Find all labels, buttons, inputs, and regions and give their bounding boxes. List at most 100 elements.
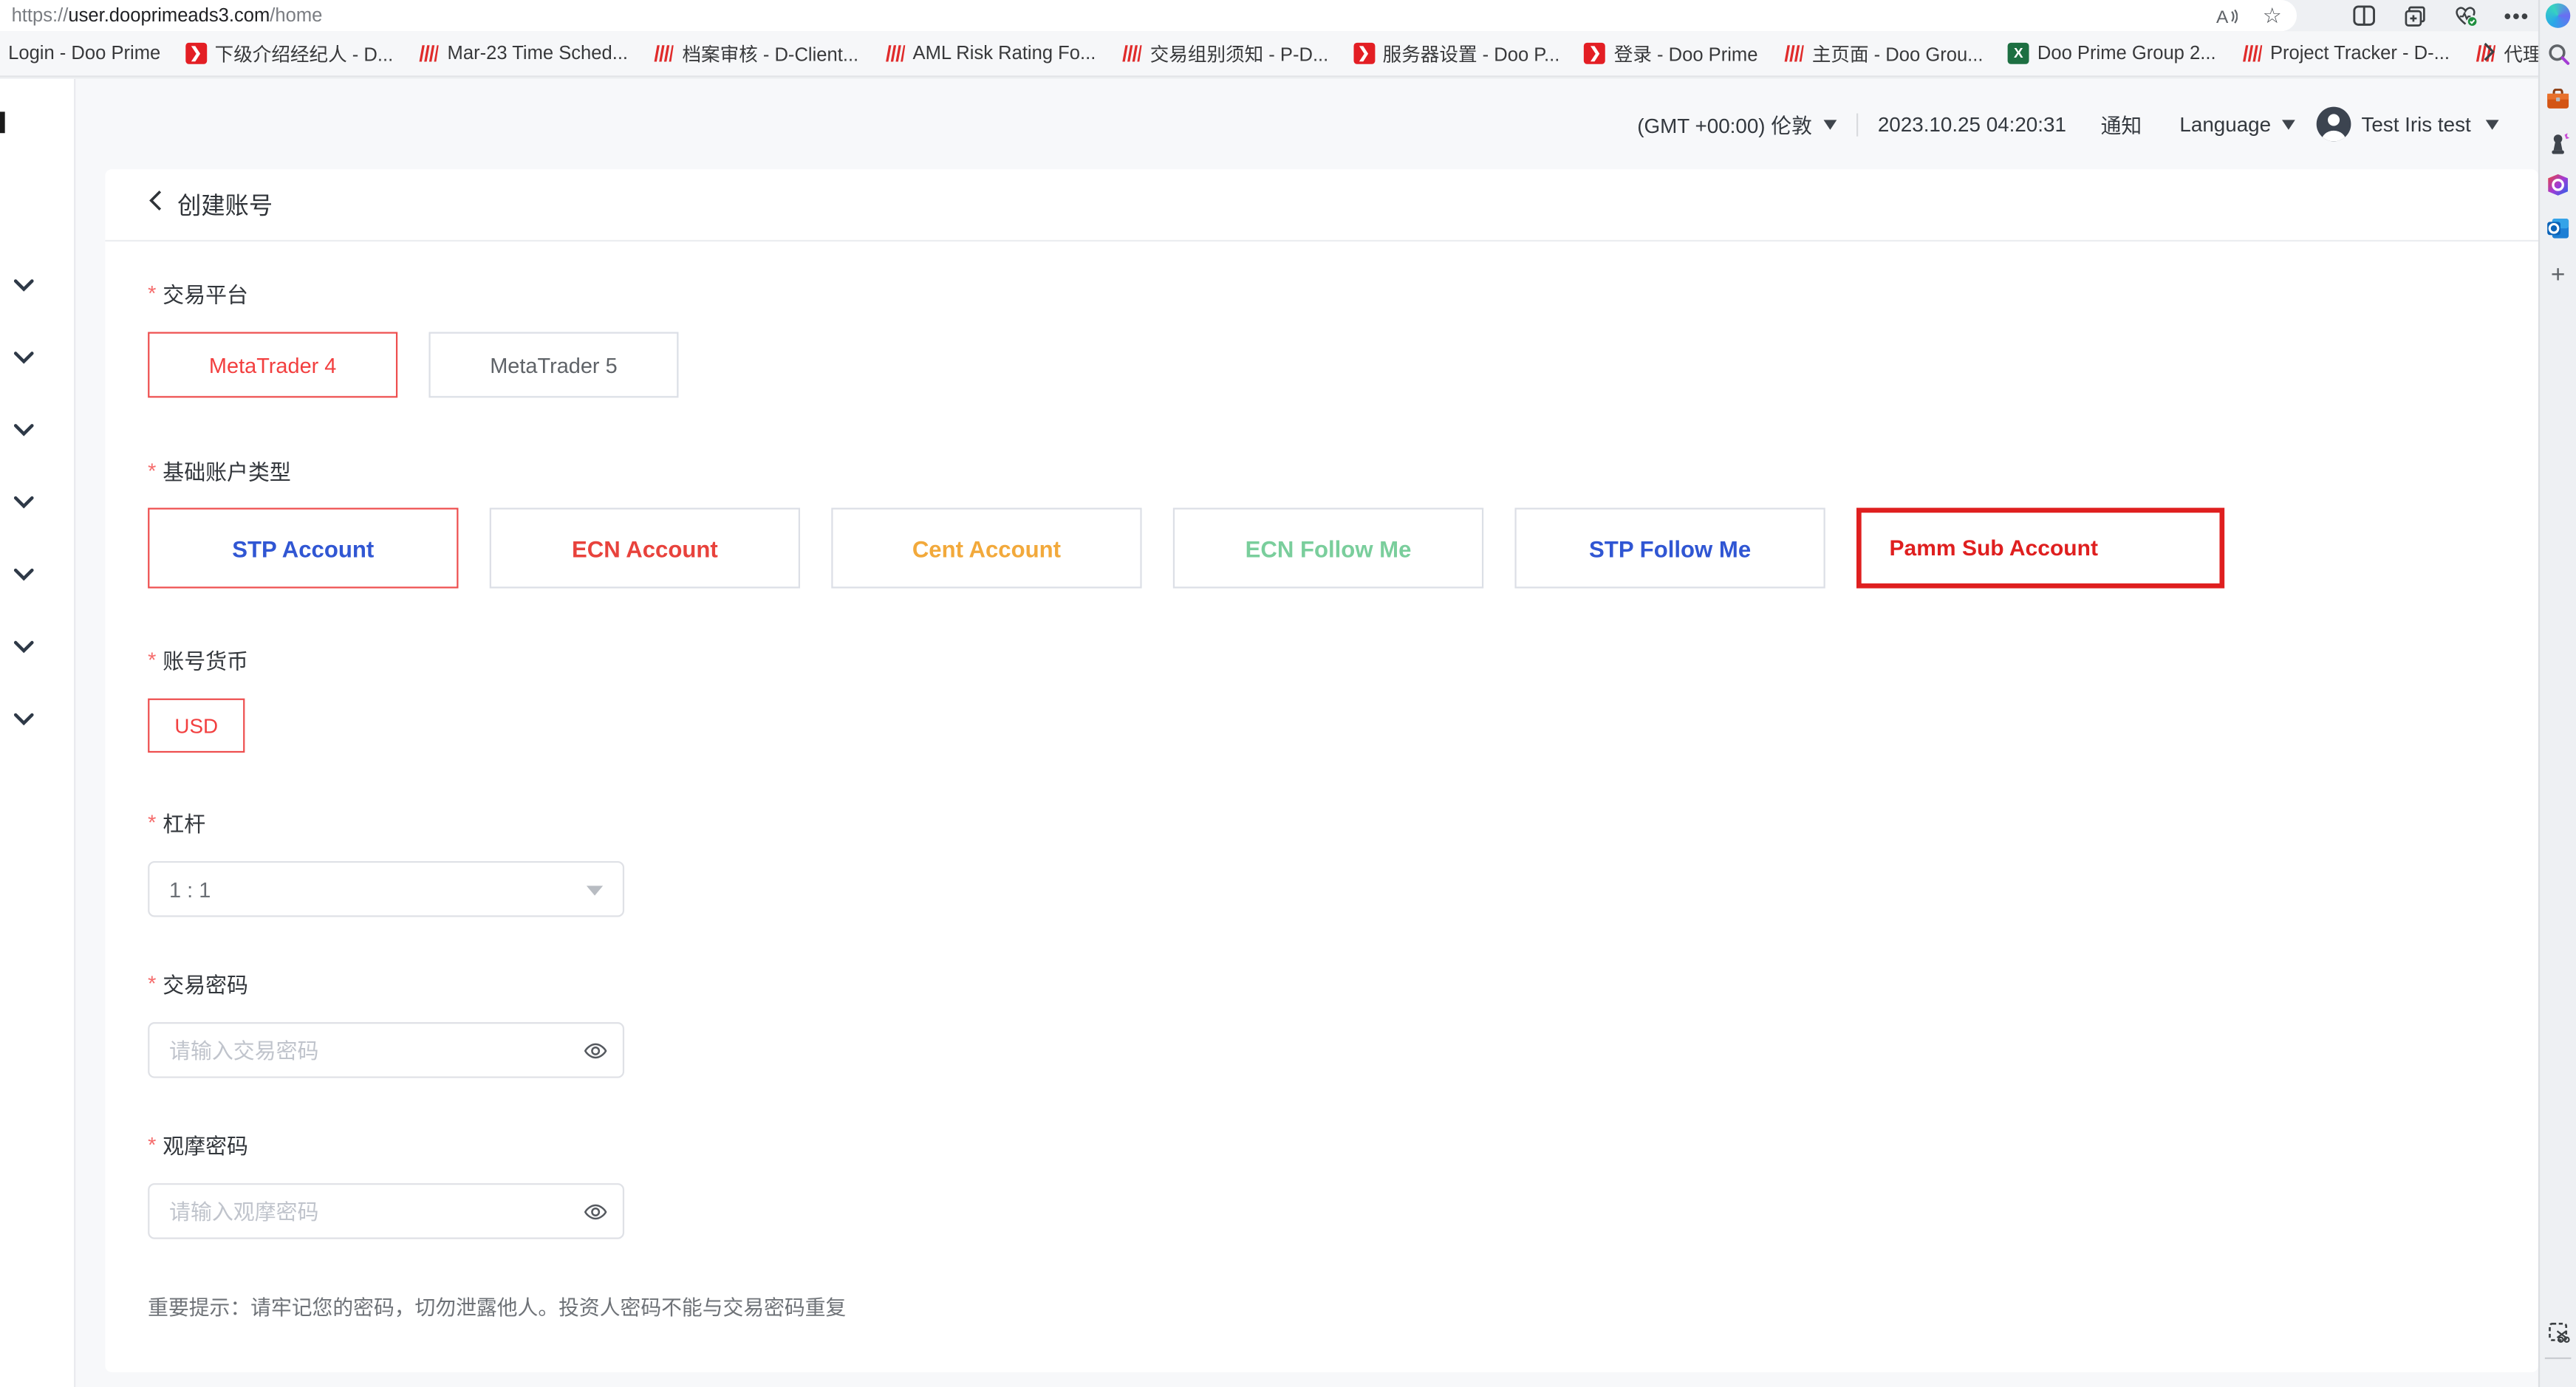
games-pawn-icon[interactable] [2546,131,2570,156]
trade-password-wrap [148,1022,624,1078]
browser-essentials-icon[interactable] [2455,4,2478,27]
required-mark: * [148,459,156,483]
account-type-stp-button[interactable]: STP Account [148,508,458,589]
required-mark: * [148,971,156,996]
bookmark-label: 下级介绍经纪人 - D... [215,41,394,67]
collections-icon[interactable] [2404,4,2427,27]
chevron-down-icon[interactable] [13,488,35,503]
copilot-icon[interactable] [2546,3,2570,27]
bookmarks-overflow-chevron-icon[interactable] [2482,41,2495,71]
label-text: 交易平台 [163,278,248,309]
notifications-link[interactable]: 通知 [2101,109,2142,140]
account-type-stp-follow-button[interactable]: STP Follow Me [1514,508,1825,589]
account-type-pamm-sub-button[interactable]: Pamm Sub Account [1856,508,2224,589]
settings-more-icon[interactable]: ••• [2505,4,2528,27]
bookmark-item[interactable]: ❯服务器设置 - Doo P... [1353,41,1560,67]
favorite-star-icon[interactable]: ☆ [2261,4,2283,27]
avatar[interactable] [2317,107,2351,142]
page-title: 创建账号 [177,188,273,222]
chevron-down-icon[interactable] [13,416,35,431]
caret-down-icon[interactable] [2283,119,2296,129]
bookmark-item[interactable]: Login - Doo Prime [8,44,160,64]
web-page: (GMT +00:00) 伦敦 2023.10.25 04:20:31 通知 L… [0,79,2538,1387]
left-sidebar [0,79,75,1387]
caret-down-icon[interactable] [2486,119,2499,129]
browser-toolbar: https://user.dooprimeads3.com/home A ☆ •… [0,0,2538,31]
platform-mt5-button[interactable]: MetaTrader 5 [428,332,678,397]
select-caret-down-icon [587,886,603,895]
platform-options: MetaTrader 4 MetaTrader 5 [148,332,2495,397]
split-screen-icon[interactable] [2353,4,2376,27]
language-selector[interactable]: Language [2179,112,2271,135]
microsoft-365-icon[interactable] [2546,173,2570,197]
bookmark-label: 服务器设置 - Doo P... [1383,41,1560,67]
page-header: (GMT +00:00) 伦敦 2023.10.25 04:20:31 通知 L… [75,79,2538,169]
bookmark-item[interactable]: 主页面 - Doo Grou... [1783,41,1984,67]
web-capture-icon[interactable] [2546,1320,2570,1344]
required-mark: * [148,281,156,305]
watch-password-label: * 观摩密码 [148,1129,2495,1160]
add-sidebar-item-plus-icon[interactable]: + [2546,263,2570,287]
label-text: 杠杆 [163,807,205,838]
password-hint-text: 重要提示：请牢记您的密码，切勿泄露他人。投资人密码不能与交易密码重复 [148,1290,2495,1321]
chevron-down-icon[interactable] [13,561,35,575]
bookmark-label: Project Tracker - D-... [2270,44,2450,64]
watch-password-input[interactable] [148,1183,624,1239]
bookmark-label: 登录 - Doo Prime [1614,41,1758,67]
watch-password-wrap [148,1183,624,1239]
bookmark-item[interactable]: 交易组别须知 - P-D... [1121,41,1329,67]
url-text[interactable]: https://user.dooprimeads3.com/home [0,6,322,26]
tools-toolbox-icon[interactable] [2546,87,2570,112]
account-type-ecn-follow-button[interactable]: ECN Follow Me [1173,508,1483,589]
currency-label: * 账号货币 [148,644,2495,675]
required-mark: * [148,810,156,835]
doo-prime-favicon-icon: ❯ [185,43,207,64]
bookmarks-bar: Login - Doo Prime ❯ 下级介绍经纪人 - D... Mar-23… [0,31,2538,77]
doo-prime-favicon-icon: ❯ [1585,43,1606,64]
leverage-select[interactable]: 1 : 1 [148,861,624,917]
browser-window: https://user.dooprimeads3.com/home A ☆ •… [0,0,2576,1387]
leverage-value: 1 : 1 [169,877,211,901]
address-bar[interactable]: https://user.dooprimeads3.com/home A ☆ [0,0,2297,31]
chevron-down-icon[interactable] [13,271,35,286]
currency-usd-button[interactable]: USD [148,699,245,753]
chevron-down-icon[interactable] [13,343,35,358]
bookmark-item[interactable]: ❯ 登录 - Doo Prime [1585,41,1758,67]
bookmark-label: 代理分级、晋升、... [2504,41,2538,67]
label-text: 交易密码 [163,968,248,999]
show-password-eye-icon[interactable] [583,1199,607,1224]
bookmark-item[interactable]: Mar-23 Time Sched... [418,43,629,64]
bookmark-item[interactable]: XDoo Prime Group 2... [2008,43,2216,64]
url-scheme: https:// [12,6,69,26]
datetime-label: 2023.10.25 04:20:31 [1878,112,2066,135]
svg-text:A: A [2216,7,2229,27]
bookmark-label: 档案审核 - D-Client... [682,41,858,67]
show-password-eye-icon[interactable] [583,1038,607,1063]
timezone-selector[interactable]: (GMT +00:00) 伦敦 [1637,109,1812,140]
leverage-label: * 杠杆 [148,807,2495,838]
bookmark-label: AML Risk Rating Fo... [913,44,1096,64]
red-stripes-favicon-icon [884,43,905,64]
chevron-down-icon[interactable] [13,633,35,648]
account-type-ecn-button[interactable]: ECN Account [490,508,800,589]
red-stripes-favicon-icon [652,43,674,64]
caret-down-icon[interactable] [1823,119,1837,129]
bookmark-label: Mar-23 Time Sched... [448,44,628,64]
bookmark-item[interactable]: Project Tracker - D-... [2241,43,2450,64]
user-name[interactable]: Test Iris test [2361,112,2470,135]
search-icon[interactable] [2546,41,2570,66]
back-icon[interactable] [148,189,163,220]
bookmark-item[interactable]: ❯ 下级介绍经纪人 - D... [185,41,394,67]
chevron-down-icon[interactable] [13,705,35,720]
account-type-cent-button[interactable]: Cent Account [831,508,1141,589]
required-mark: * [148,1132,156,1157]
trade-password-label: * 交易密码 [148,968,2495,999]
read-aloud-icon[interactable]: A [2215,4,2238,27]
bookmark-item[interactable]: 档案审核 - D-Client... [652,41,858,67]
outlook-icon[interactable] [2546,215,2570,239]
bookmark-item[interactable]: AML Risk Rating Fo... [884,43,1096,64]
bookmark-label: Login - Doo Prime [8,44,160,64]
edge-sidebar-strip: + [2538,0,2576,1387]
platform-mt4-button[interactable]: MetaTrader 4 [148,332,397,397]
trade-password-input[interactable] [148,1022,624,1078]
